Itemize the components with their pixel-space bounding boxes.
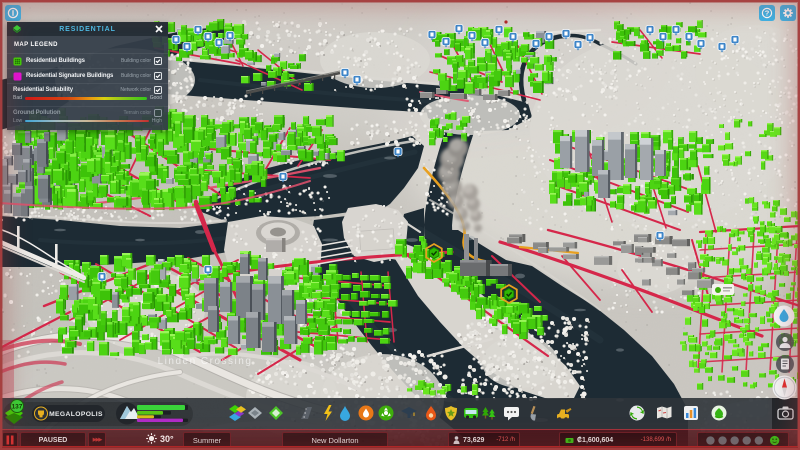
svg-text:?: ? (765, 8, 770, 17)
svg-text:Linden Crossing: Linden Crossing (158, 356, 253, 367)
